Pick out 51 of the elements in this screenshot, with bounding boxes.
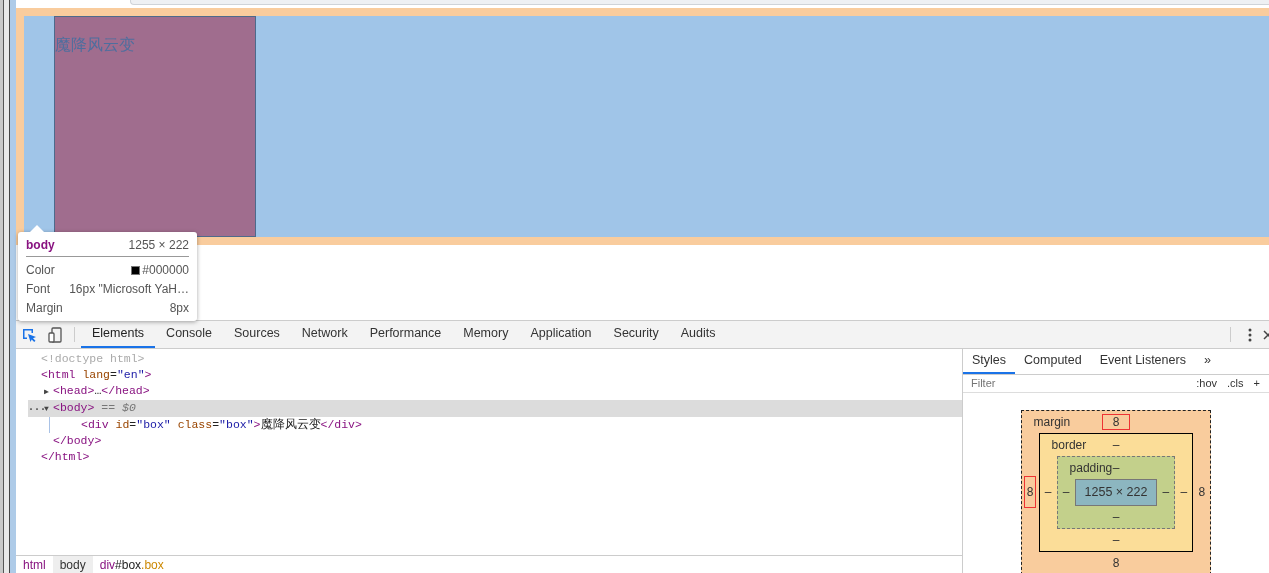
box-value[interactable]: – — [1162, 485, 1170, 500]
tooltip-value: 8px — [169, 300, 189, 317]
box-label: margin — [1032, 414, 1072, 431]
box-text: 魔降风云变 — [55, 36, 135, 53]
panel-tab[interactable]: Application — [519, 321, 603, 348]
tooltip-label: Margin — [26, 300, 63, 317]
panel-tab[interactable]: Performance — [358, 321, 453, 348]
breadcrumb[interactable]: div#box.box — [92, 556, 171, 573]
more-dots[interactable]: ... — [28, 400, 44, 417]
box-value[interactable]: – — [1112, 438, 1120, 452]
toggle-button[interactable]: .cls — [1222, 375, 1249, 392]
breadcrumb[interactable]: body — [52, 556, 93, 573]
content-box: 1255 × 222 — [1074, 479, 1158, 506]
box-value[interactable]: 8 — [1112, 555, 1120, 570]
code-line[interactable]: ▶ <head>…</head> — [44, 383, 150, 400]
breadcrumb[interactable]: html — [16, 556, 53, 573]
box-value[interactable]: – — [1044, 485, 1052, 500]
box-value[interactable]: 8 — [1102, 415, 1130, 429]
tooltip-value: #000000 — [142, 262, 189, 279]
panel-tab[interactable]: Sources — [223, 321, 291, 348]
box-value[interactable]: – — [1112, 532, 1120, 547]
toggle-button[interactable]: :hov — [1191, 375, 1223, 392]
box-value[interactable]: – — [1180, 485, 1188, 500]
sidebar-tab[interactable]: Event Listeners — [1090, 349, 1195, 374]
tooltip-tag: body — [26, 236, 55, 254]
box-value[interactable]: – — [1112, 461, 1120, 475]
sidebar-tab[interactable]: Styles — [963, 349, 1016, 374]
code-line[interactable]: ▼ <body> == $0 — [44, 400, 136, 417]
panel-tab[interactable]: Console — [155, 321, 223, 348]
tooltip-size: 1255 × 222 — [128, 237, 189, 254]
box-value[interactable]: 8 — [1024, 477, 1036, 508]
more-tabs-button[interactable]: » — [1194, 349, 1220, 374]
panel-tab[interactable]: Elements — [81, 321, 156, 348]
code-line[interactable]: <html lang="en"> — [32, 367, 152, 383]
box-value[interactable]: 8 — [1198, 485, 1206, 500]
code-line[interactable]: </html> — [32, 449, 90, 465]
box-label: border — [1050, 437, 1088, 454]
toggle-button[interactable]: + — [1248, 375, 1265, 392]
tooltip-label: Color — [26, 262, 55, 279]
panel-tab[interactable]: Network — [290, 321, 359, 348]
panel-tab[interactable]: Security — [602, 321, 670, 348]
panel-tab[interactable]: Memory — [452, 321, 520, 348]
box-value[interactable]: – — [1062, 485, 1070, 500]
box-value[interactable]: – — [1112, 509, 1120, 524]
panel-tab[interactable]: Audits — [669, 321, 727, 348]
sidebar-tab[interactable]: Computed — [1015, 349, 1091, 374]
box-label: padding — [1068, 460, 1113, 477]
code-line[interactable]: </body> — [44, 433, 102, 449]
tooltip-value: 16px "Microsoft YaH… — [69, 281, 189, 298]
code-line[interactable]: <div id="box" class="box">魔降风云变</div> — [72, 417, 362, 433]
tooltip-label: Font — [26, 281, 50, 298]
